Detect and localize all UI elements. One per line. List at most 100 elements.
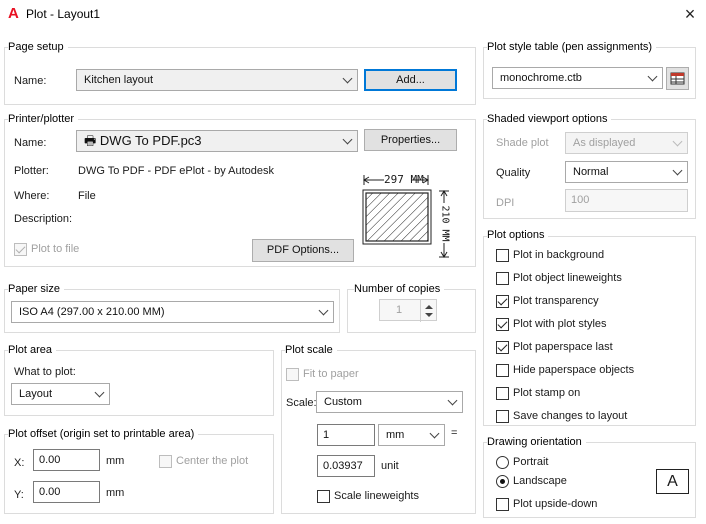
- close-button[interactable]: ×: [678, 3, 702, 25]
- window-title: Plot - Layout1: [26, 7, 101, 21]
- chevron-down-icon: [447, 395, 458, 406]
- printer-plotter-label: Printer/plotter: [8, 113, 79, 125]
- plot-options-label: Plot options: [487, 229, 549, 241]
- page-setup-label: Page setup: [8, 41, 68, 53]
- printer-name-value: DWG To PDF.pc3: [99, 133, 202, 148]
- plot-option-checkbox[interactable]: [496, 272, 509, 285]
- scale-unit-value: mm: [386, 429, 405, 441]
- spin-down-icon: [425, 313, 433, 317]
- plot-option-checkbox[interactable]: [496, 318, 509, 331]
- shaded-viewport-label: Shaded viewport options: [487, 113, 612, 125]
- plot-upside-down-label: Plot upside-down: [513, 498, 598, 510]
- plot-option-label: Hide paperspace objects: [513, 364, 635, 376]
- shade-plot-label: Shade plot: [496, 137, 549, 149]
- printer-icon: 🖶: [84, 133, 97, 148]
- plot-upside-down-checkbox[interactable]: [496, 498, 509, 511]
- chevron-down-icon: [429, 428, 440, 439]
- scale-value: Custom: [324, 396, 362, 408]
- plot-option-checkbox[interactable]: [496, 410, 509, 423]
- dpi-label: DPI: [496, 197, 515, 209]
- paper-size-value: ISO A4 (297.00 x 210.00 MM): [19, 306, 165, 318]
- plot-to-file-checkbox[interactable]: [14, 243, 27, 256]
- plot-scale-label: Plot scale: [285, 344, 337, 356]
- chevron-down-icon: [94, 387, 105, 398]
- quality-dropdown[interactable]: Normal: [565, 161, 688, 183]
- page-setup-name-value: Kitchen layout: [84, 74, 154, 86]
- copies-input[interactable]: 1: [379, 299, 437, 322]
- plot-to-file-label: Plot to file: [31, 243, 80, 255]
- printer-name-label: Name:: [14, 137, 47, 149]
- plot-style-value: monochrome.ctb: [500, 72, 582, 84]
- copies-value: 1: [396, 304, 403, 316]
- plot-option-checkbox[interactable]: [496, 249, 509, 262]
- quality-label: Quality: [496, 167, 531, 179]
- plot-option-label: Plot paperspace last: [513, 341, 613, 353]
- plot-style-label: Plot style table (pen assignments): [487, 41, 657, 53]
- portrait-radio[interactable]: [496, 456, 509, 469]
- printer-name-dropdown[interactable]: 🖶 DWG To PDF.pc3: [76, 130, 358, 152]
- offset-y-label: Y:: [14, 489, 24, 501]
- where-value: File: [78, 190, 96, 202]
- page-setup-name-dropdown[interactable]: Kitchen layout: [76, 69, 358, 91]
- chevron-down-icon: [672, 165, 683, 176]
- copies-spinner[interactable]: [420, 300, 436, 322]
- edit-plot-style-button[interactable]: [666, 67, 689, 90]
- fit-to-paper-label: Fit to paper: [303, 368, 359, 380]
- paper-size-label: Paper size: [8, 283, 64, 295]
- offset-x-label: X:: [14, 457, 25, 469]
- shade-plot-value: As displayed: [573, 137, 636, 149]
- spin-up-icon: [425, 305, 433, 309]
- plotter-value: DWG To PDF - PDF ePlot - by Autodesk: [78, 165, 275, 177]
- copies-label: Number of copies: [354, 283, 445, 295]
- table-edit-icon: [670, 72, 685, 85]
- scale-lineweights-label: Scale lineweights: [334, 490, 419, 502]
- chevron-down-icon: [672, 136, 683, 147]
- dpi-input[interactable]: 100: [565, 189, 688, 212]
- equals-sign: =: [451, 427, 458, 439]
- plot-area-label: Plot area: [8, 344, 57, 356]
- scale-numerator-input[interactable]: 1: [317, 424, 375, 446]
- offset-y-unit: mm: [106, 487, 125, 499]
- scale-unit-dropdown[interactable]: mm: [378, 424, 445, 446]
- chevron-down-icon: [318, 305, 329, 316]
- offset-y-input[interactable]: 0.00: [33, 481, 100, 503]
- offset-x-unit: mm: [106, 455, 125, 467]
- what-to-plot-dropdown[interactable]: Layout: [11, 383, 110, 405]
- autocad-logo-icon: A: [8, 5, 19, 22]
- plot-option-checkbox[interactable]: [496, 387, 509, 400]
- plot-option-checkbox[interactable]: [496, 295, 509, 308]
- shade-plot-dropdown[interactable]: As displayed: [565, 132, 688, 154]
- title-bar: A Plot - Layout1 ×: [0, 0, 706, 30]
- quality-value: Normal: [573, 166, 609, 178]
- add-button[interactable]: Add...: [364, 69, 457, 91]
- chevron-down-icon: [342, 134, 353, 145]
- plot-style-dropdown[interactable]: monochrome.ctb: [492, 67, 663, 89]
- offset-x-input[interactable]: 0.00: [33, 449, 100, 471]
- landscape-radio[interactable]: [496, 475, 509, 488]
- description-label: Description:: [14, 213, 73, 225]
- what-to-plot-label: What to plot:: [14, 366, 76, 378]
- page-setup-name-label: Name:: [14, 75, 47, 87]
- what-to-plot-value: Layout: [19, 388, 53, 400]
- preview-height-label: 210 MM: [439, 205, 451, 242]
- where-label: Where:: [14, 190, 50, 202]
- pdf-options-button[interactable]: PDF Options...: [252, 239, 354, 262]
- plot-option-label: Plot object lineweights: [513, 272, 622, 284]
- paper-size-dropdown[interactable]: ISO A4 (297.00 x 210.00 MM): [11, 301, 334, 323]
- scale-denominator-input[interactable]: 0.03937: [317, 455, 375, 477]
- scale-denominator-unit: unit: [381, 460, 399, 472]
- chevron-down-icon: [342, 73, 353, 84]
- plot-offset-label: Plot offset (origin set to printable are…: [8, 428, 199, 440]
- fit-to-paper-checkbox[interactable]: [286, 368, 299, 381]
- portrait-label: Portrait: [513, 456, 549, 468]
- center-plot-checkbox[interactable]: [159, 455, 172, 468]
- center-plot-label: Center the plot: [176, 455, 249, 467]
- plot-option-checkbox[interactable]: [496, 341, 509, 354]
- scale-lineweights-checkbox[interactable]: [317, 490, 330, 503]
- properties-button[interactable]: Properties...: [364, 129, 457, 151]
- plot-option-checkbox[interactable]: [496, 364, 509, 377]
- plotter-label: Plotter:: [14, 165, 49, 177]
- plot-option-label: Plot stamp on: [513, 387, 581, 399]
- preview-width-label: 297 MM: [384, 173, 424, 186]
- scale-dropdown[interactable]: Custom: [316, 391, 463, 413]
